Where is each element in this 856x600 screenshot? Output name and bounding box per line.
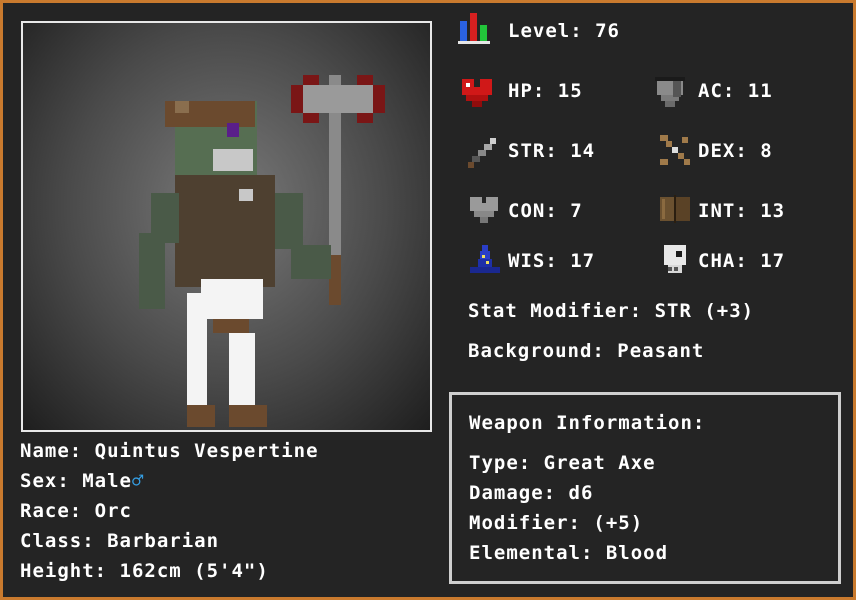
sword-icon	[468, 138, 496, 168]
sex-label: Sex: Male	[20, 470, 132, 492]
ac-value: AC: 11	[698, 80, 773, 102]
weapon-title: Weapon Information:	[469, 412, 706, 434]
character-sheet: Name: Quintus Vespertine Sex: Male♂ Race…	[0, 0, 856, 600]
weapon-type: Type: Great Axe	[469, 452, 656, 474]
level-value: Level: 76	[508, 20, 620, 42]
skull-mask-icon	[664, 245, 686, 273]
dex-value: DEX: 8	[698, 140, 773, 162]
weapon-damage: Damage: d6	[469, 482, 594, 504]
gray-heart-icon	[470, 197, 498, 223]
heart-icon	[462, 79, 492, 107]
character-class: Class: Barbarian	[20, 530, 220, 552]
bow-icon	[660, 135, 690, 165]
character-height: Height: 162cm (5'4")	[20, 560, 269, 582]
background: Background: Peasant	[468, 340, 705, 362]
character-sex: Sex: Male♂	[20, 470, 144, 492]
character-portrait	[21, 21, 432, 432]
hp-value: HP: 15	[508, 80, 583, 102]
wis-value: WIS: 17	[508, 250, 596, 272]
wizard-hat-icon	[470, 245, 500, 273]
con-value: CON: 7	[508, 200, 583, 222]
level-bars-icon	[458, 13, 490, 44]
int-value: INT: 13	[698, 200, 786, 222]
shield-icon	[655, 77, 685, 107]
cha-value: CHA: 17	[698, 250, 786, 272]
book-icon	[660, 195, 690, 223]
character-name: Name: Quintus Vespertine	[20, 440, 319, 462]
weapon-elemental: Elemental: Blood	[469, 542, 669, 564]
male-icon: ♂	[131, 470, 145, 492]
weapon-info-panel: Weapon Information: Type: Great Axe Dama…	[449, 392, 841, 584]
orc-sprite	[139, 75, 385, 427]
character-race: Race: Orc	[20, 500, 132, 522]
str-value: STR: 14	[508, 140, 596, 162]
weapon-modifier: Modifier: (+5)	[469, 512, 644, 534]
stat-modifier: Stat Modifier: STR (+3)	[468, 300, 755, 322]
